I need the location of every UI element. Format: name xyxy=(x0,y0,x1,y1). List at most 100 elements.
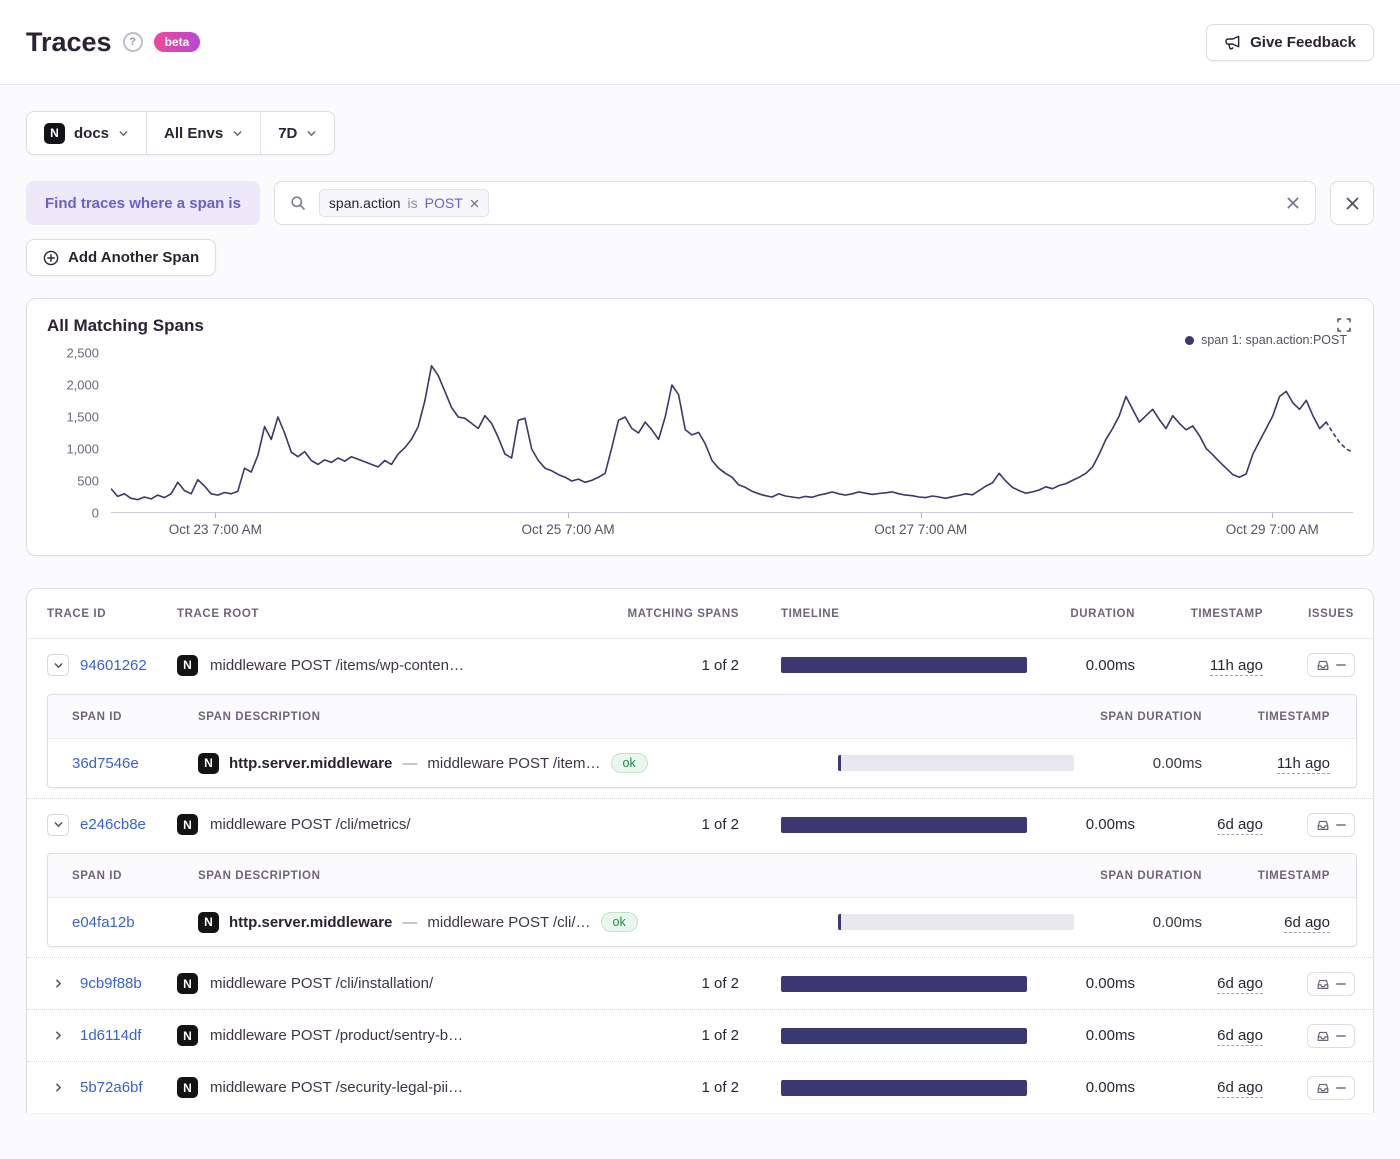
chevron-down-icon xyxy=(232,128,243,139)
date-range-filter[interactable]: 7D xyxy=(261,112,334,154)
remove-span-condition-button[interactable] xyxy=(1330,181,1374,225)
duration-value: 0.00ms xyxy=(1039,975,1159,992)
span-timestamp-value: 11h ago xyxy=(1277,755,1330,774)
timestamp-value: 6d ago xyxy=(1217,1079,1263,1098)
no-issues-dash-icon xyxy=(1336,1087,1346,1089)
issues-header: ISSUES xyxy=(1289,608,1373,620)
issues-button[interactable] xyxy=(1307,1076,1355,1100)
collapse-trace-icon[interactable] xyxy=(47,654,69,676)
clear-search-icon[interactable] xyxy=(1286,196,1300,210)
chevron-down-icon xyxy=(118,128,129,139)
issues-button[interactable] xyxy=(1307,813,1355,837)
series-line-dashed-tail xyxy=(1326,422,1353,452)
span-row[interactable]: 36d7546e N http.server.middleware — midd… xyxy=(48,739,1356,787)
y-tick: 1,000 xyxy=(66,442,99,457)
timeline-bar xyxy=(781,817,1027,833)
issues-button[interactable] xyxy=(1307,653,1355,677)
span-description-header: SPAN DESCRIPTION xyxy=(198,870,826,882)
trace-row[interactable]: 5b72a6bf N middleware POST /security-leg… xyxy=(27,1061,1373,1113)
give-feedback-button[interactable]: Give Feedback xyxy=(1206,24,1374,61)
trace-id-link[interactable]: 94601262 xyxy=(80,657,147,674)
duration-value: 0.00ms xyxy=(1039,1027,1159,1044)
close-icon xyxy=(1345,196,1360,211)
table-header-row: TRACE ID TRACE ROOT MATCHING SPANS TIMEL… xyxy=(27,589,1373,639)
separator: — xyxy=(402,755,417,772)
trace-id-link[interactable]: e246cb8e xyxy=(80,816,146,833)
trace-row[interactable]: 1d6114df N middleware POST /product/sent… xyxy=(27,1009,1373,1061)
timeline-header: TIMELINE xyxy=(769,608,1039,620)
series-line xyxy=(111,366,1326,500)
y-tick: 1,500 xyxy=(66,410,99,425)
trace-root-label: middleware POST /security-legal-pii… xyxy=(210,1079,463,1096)
filter-bar: N docs All Envs 7D xyxy=(26,111,335,155)
trace-root-label: middleware POST /cli/metrics/ xyxy=(210,816,411,833)
x-tick: Oct 23 7:00 AM xyxy=(169,522,262,537)
span-id-link[interactable]: e04fa12b xyxy=(72,914,135,931)
span-timestamp-header: TIMESTAMP xyxy=(1226,870,1356,882)
chip-remove-icon[interactable] xyxy=(470,199,479,208)
trace-row[interactable]: 9cb9f88b N middleware POST /cli/installa… xyxy=(27,957,1373,1009)
duration-value: 0.00ms xyxy=(1039,1079,1159,1096)
trace-row[interactable]: e246cb8e N middleware POST /cli/metrics/… xyxy=(27,798,1373,850)
nextjs-icon: N xyxy=(177,1077,198,1098)
y-tick: 2,500 xyxy=(66,346,99,361)
plus-circle-icon xyxy=(43,250,59,266)
filter-chip[interactable]: span.action is POST xyxy=(319,189,489,217)
project-filter[interactable]: N docs xyxy=(27,112,147,154)
span-header-row: SPAN ID SPAN DESCRIPTION SPAN DURATION T… xyxy=(48,854,1356,898)
y-axis: 2,500 2,000 1,500 1,000 500 0 xyxy=(47,353,111,513)
issues-button[interactable] xyxy=(1307,972,1355,996)
find-traces-label: Find traces where a span is xyxy=(26,181,260,225)
span-timeline-track xyxy=(838,914,1074,930)
chip-operator: is xyxy=(408,195,418,211)
no-issues-dash-icon xyxy=(1336,983,1346,985)
expand-trace-icon[interactable] xyxy=(47,1077,69,1099)
span-header-row: SPAN ID SPAN DESCRIPTION SPAN DURATION T… xyxy=(48,695,1356,739)
collapse-trace-icon[interactable] xyxy=(47,814,69,836)
nextjs-icon: N xyxy=(198,753,219,774)
trace-id-link[interactable]: 1d6114df xyxy=(80,1027,141,1044)
matching-spans-value: 1 of 2 xyxy=(599,816,769,833)
megaphone-icon xyxy=(1224,34,1241,51)
chart-legend[interactable]: span 1: span.action:POST xyxy=(47,333,1347,347)
timeline-bar xyxy=(781,657,1027,673)
page-header: Traces ? beta Give Feedback xyxy=(0,0,1400,85)
x-tick: Oct 27 7:00 AM xyxy=(874,522,967,537)
y-tick: 500 xyxy=(77,474,99,489)
y-tick: 0 xyxy=(92,506,99,521)
trace-id-link[interactable]: 5b72a6bf xyxy=(80,1079,143,1096)
beta-badge: beta xyxy=(154,32,201,52)
duration-header: DURATION xyxy=(1039,608,1159,620)
span-description-header: SPAN DESCRIPTION xyxy=(198,711,826,723)
timestamp-value: 6d ago xyxy=(1217,816,1263,835)
help-icon[interactable]: ? xyxy=(123,32,143,52)
duration-value: 0.00ms xyxy=(1039,657,1159,674)
environment-filter[interactable]: All Envs xyxy=(147,112,261,154)
expand-trace-icon[interactable] xyxy=(47,1025,69,1047)
timeline-bar xyxy=(781,976,1027,992)
span-row[interactable]: e04fa12b N http.server.middleware — midd… xyxy=(48,898,1356,946)
all-matching-spans-panel: All Matching Spans span 1: span.action:P… xyxy=(26,298,1374,556)
trace-row[interactable]: 94601262 N middleware POST /items/wp-con… xyxy=(27,639,1373,691)
span-search-input[interactable]: span.action is POST xyxy=(274,181,1316,225)
trace-root-header: TRACE ROOT xyxy=(177,608,599,620)
trace-root-label: middleware POST /product/sentry-b… xyxy=(210,1027,463,1044)
timeline-bar xyxy=(781,1080,1027,1096)
chip-value: POST xyxy=(425,195,463,211)
issues-button[interactable] xyxy=(1307,1024,1355,1048)
matching-spans-value: 1 of 2 xyxy=(599,657,769,674)
trace-id-link[interactable]: 9cb9f88b xyxy=(80,975,142,992)
legend-label: span 1: span.action:POST xyxy=(1201,333,1347,347)
span-id-link[interactable]: 36d7546e xyxy=(72,755,139,772)
spans-subtable: SPAN ID SPAN DESCRIPTION SPAN DURATION T… xyxy=(47,853,1357,947)
trace-id-header: TRACE ID xyxy=(27,608,177,620)
nextjs-icon: N xyxy=(177,814,198,835)
add-another-span-button[interactable]: Add Another Span xyxy=(26,239,216,276)
nextjs-icon: N xyxy=(177,1025,198,1046)
traces-table: TRACE ID TRACE ROOT MATCHING SPANS TIMEL… xyxy=(26,588,1374,1113)
expand-icon xyxy=(1337,318,1351,332)
expand-trace-icon[interactable] xyxy=(47,973,69,995)
chart-title: All Matching Spans xyxy=(47,316,204,336)
timestamp-value: 11h ago xyxy=(1210,657,1263,676)
span-timeline-track xyxy=(838,755,1074,771)
